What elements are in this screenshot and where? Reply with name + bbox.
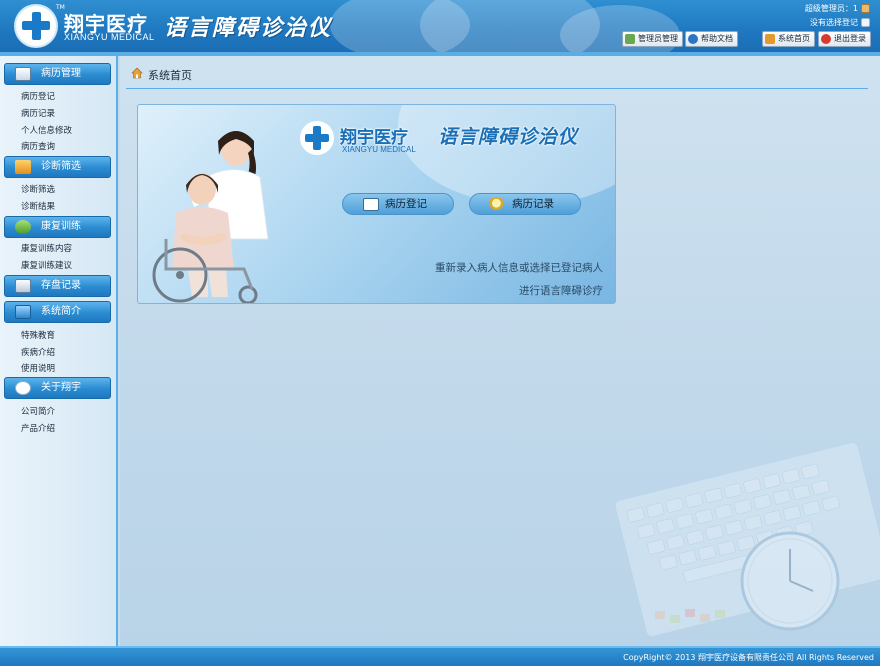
company-logo-icon: [16, 6, 56, 46]
sidebar-item-special-education[interactable]: 特殊教育: [21, 329, 55, 341]
panel-description-line2: 进行语言障碍诊疗: [519, 285, 603, 297]
sidebar-section-system-intro[interactable]: 系统简介: [4, 301, 111, 323]
sidebar-section-title: 诊断筛选: [41, 161, 81, 172]
sidebar-section-title: 关于翔宇: [41, 382, 81, 393]
admin-icon: [625, 33, 635, 44]
system-home-button[interactable]: 系统首页: [762, 31, 815, 47]
sidebar-section-title: 系统简介: [41, 306, 81, 317]
admin-management-button[interactable]: 管理员管理: [622, 31, 683, 47]
sidebar-item-product-intro[interactable]: 产品介绍: [21, 422, 55, 434]
sidebar-item-record-search[interactable]: 病历查询: [21, 140, 55, 152]
diagnosis-icon: [15, 160, 31, 174]
logout-button[interactable]: 退出登录: [818, 31, 871, 47]
footer-bar: CopyRight© 2013 翔宇医疗设备有限责任公司 All Rights …: [0, 646, 880, 666]
sidebar-item-disease-intro[interactable]: 疾病介绍: [21, 346, 55, 358]
nurse-patient-illustration: [152, 131, 269, 303]
id-card-icon: [363, 198, 379, 211]
home-icon: [765, 33, 775, 44]
copyright-text: CopyRight© 2013 翔宇医疗设备有限责任公司 All Rights …: [623, 653, 874, 662]
panel-logo-icon: [300, 121, 334, 155]
view-records-label: 病历记录: [512, 198, 554, 210]
sidebar-item-rehab-content[interactable]: 康复训练内容: [21, 242, 72, 254]
monitor-icon: [15, 305, 31, 319]
sidebar-section-title: 康复训练: [41, 221, 81, 232]
sidebar-section-about[interactable]: 关于翔宇: [4, 377, 111, 399]
sidebar-section-rehab-training[interactable]: 康复训练: [4, 216, 111, 238]
sidebar-section-save-records[interactable]: 存盘记录: [4, 275, 111, 297]
sidebar-section-diagnosis[interactable]: 诊断筛选: [4, 156, 111, 178]
sidebar-item-user-guide[interactable]: 使用说明: [21, 362, 55, 374]
sidebar-item-diagnosis-screening[interactable]: 诊断筛选: [21, 183, 55, 195]
app-title: 语言障碍诊治仪: [164, 16, 333, 41]
keyboard-clock-watermark: [615, 442, 880, 637]
save-record-icon: [15, 279, 31, 293]
logo-english-name: XIANGYU MEDICAL: [64, 32, 155, 42]
home-icon: [131, 67, 143, 79]
magnifier-icon: [490, 198, 506, 211]
sidebar-item-rehab-advice[interactable]: 康复训练建议: [21, 259, 72, 271]
page-title: 系统首页: [148, 69, 192, 82]
registration-status: 没有选择登记: [810, 17, 870, 28]
panel-logo-english-name: XIANGYU MEDICAL: [342, 145, 416, 154]
panel-description-line1: 重新录入病人信息或选择已登记病人: [435, 262, 603, 274]
admin-management-label: 管理员管理: [638, 34, 678, 43]
sidebar: 病历管理 病历登记 病历记录 个人信息修改 病历查询 诊断筛选 诊断筛选 诊断结…: [0, 56, 118, 646]
sidebar-section-title: 病历管理: [41, 68, 81, 79]
current-user: 超级管理员：1: [805, 3, 870, 14]
logout-icon: [821, 33, 831, 44]
panel-glow: [398, 105, 615, 205]
help-icon: [688, 33, 698, 44]
help-docs-button[interactable]: 帮助文档: [685, 31, 738, 47]
rehab-icon: [15, 220, 31, 234]
logout-label: 退出登录: [834, 34, 866, 43]
sidebar-section-medical-records[interactable]: 病历管理: [4, 63, 111, 85]
register-record-label: 病历登记: [385, 198, 427, 210]
sidebar-item-record-list[interactable]: 病历记录: [21, 107, 55, 119]
title-divider: [126, 88, 868, 89]
sidebar-item-diagnosis-result[interactable]: 诊断结果: [21, 200, 55, 212]
sidebar-section-title: 存盘记录: [41, 280, 81, 291]
registration-status-text: 没有选择登记: [810, 18, 858, 27]
system-home-label: 系统首页: [778, 34, 810, 43]
sidebar-item-company-intro[interactable]: 公司简介: [21, 405, 55, 417]
register-record-button[interactable]: 病历登记: [342, 193, 454, 215]
medical-record-icon: [15, 67, 31, 81]
chat-bubble-icon: [15, 381, 31, 395]
current-user-text: 超级管理员：1: [804, 4, 858, 13]
help-docs-label: 帮助文档: [701, 34, 733, 43]
main-content: 系统首页 翔宇医疗 XIANGYU MEDICAL 语言障碍诊治仪 病历登记 病…: [120, 56, 880, 646]
welcome-panel: 翔宇医疗 XIANGYU MEDICAL 语言障碍诊治仪 病历登记 病历记录 重…: [137, 104, 616, 304]
sidebar-item-personal-info-edit[interactable]: 个人信息修改: [21, 124, 72, 136]
header-bar: TM 翔宇医疗 XIANGYU MEDICAL 语言障碍诊治仪 超级管理员：1 …: [0, 0, 880, 56]
registration-status-icon: [861, 18, 870, 27]
user-icon: [861, 4, 870, 13]
panel-app-title: 语言障碍诊治仪: [438, 126, 579, 148]
view-records-button[interactable]: 病历记录: [469, 193, 581, 215]
sidebar-item-record-register[interactable]: 病历登记: [21, 90, 55, 102]
